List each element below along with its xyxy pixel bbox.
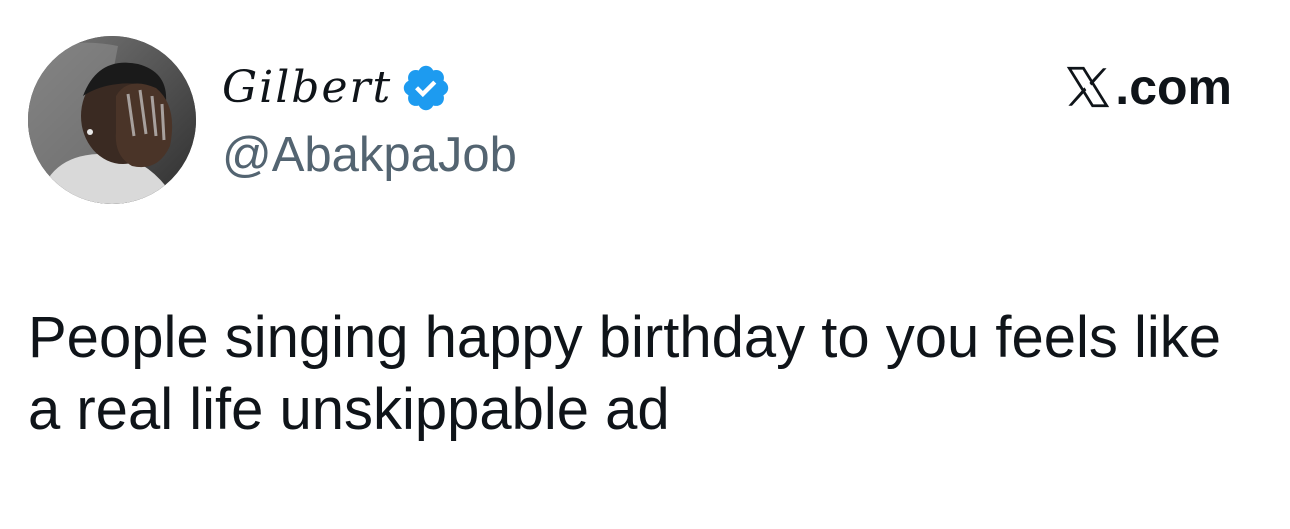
- author-name-row: Gilbert: [222, 56, 452, 120]
- verified-badge-icon: [404, 65, 449, 111]
- tweet-card: Gilbert @AbakpaJob .com People singing h…: [0, 0, 1290, 529]
- author-avatar[interactable]: [28, 36, 196, 204]
- author-display-name[interactable]: Gilbert: [222, 66, 392, 110]
- tweet-body-text: People singing happy birthday to you fee…: [28, 305, 1221, 442]
- brand-domain-text: .com: [1115, 59, 1232, 115]
- x-com-brand[interactable]: .com: [1063, 62, 1232, 112]
- x-logo-icon: [1067, 66, 1110, 108]
- avatar-photo-icon: [28, 36, 196, 204]
- author-handle[interactable]: @AbakpaJob: [222, 126, 517, 185]
